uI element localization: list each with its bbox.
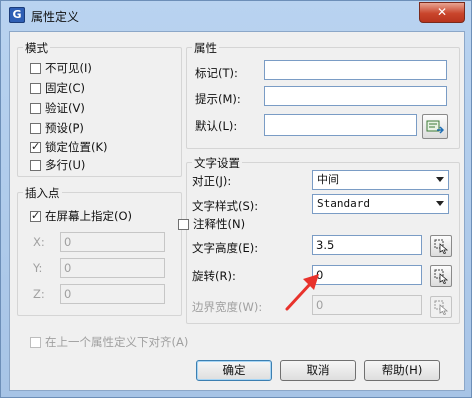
x-label: X: — [33, 235, 45, 249]
checkbox-box[interactable] — [30, 102, 41, 114]
default-label: 默认(L): — [195, 119, 238, 133]
checkbox-invisible[interactable]: 不可见(I) — [30, 60, 92, 76]
text-style-select[interactable]: Standard — [312, 194, 449, 214]
justification-value: 中间 — [317, 173, 339, 186]
checkbox-box[interactable] — [30, 62, 41, 74]
checkbox-multiline[interactable]: 多行(U) — [30, 157, 85, 173]
checkbox-specify-on-screen[interactable]: 在屏幕上指定(O) — [30, 208, 132, 224]
prompt-input[interactable] — [264, 86, 447, 106]
checkbox-lock-position[interactable]: 锁定位置(K) — [30, 139, 108, 155]
z-label: Z: — [33, 287, 45, 301]
checkbox-constant[interactable]: 固定(C) — [30, 80, 85, 96]
tag-input[interactable] — [264, 60, 447, 80]
text-height-input[interactable]: 3.5 — [312, 235, 422, 255]
checkbox-verify[interactable]: 验证(V) — [30, 100, 85, 116]
checkbox-box[interactable] — [30, 159, 41, 171]
annotation-arrow-icon — [285, 274, 319, 311]
checkbox-box[interactable] — [30, 82, 41, 94]
boundary-width-input[interactable]: 0 — [312, 295, 422, 315]
pick-point-icon — [434, 239, 449, 254]
checkbox-label: 在屏幕上指定(O) — [45, 209, 133, 223]
checkbox-align-below[interactable]: 在上一个属性定义下对齐(A) — [30, 334, 188, 350]
text-height-label: 文字高度(E): — [192, 241, 259, 255]
checkbox-box[interactable] — [30, 122, 41, 134]
checkbox-box[interactable] — [30, 336, 41, 348]
window-title: 属性定义 — [31, 10, 80, 24]
chevron-down-icon — [436, 201, 444, 206]
checkbox-label: 在上一个属性定义下对齐(A) — [45, 335, 189, 349]
checkbox-label: 固定(C) — [45, 81, 86, 95]
justification-select[interactable]: 中间 — [312, 170, 449, 190]
app-logo-icon: G — [9, 7, 25, 23]
checkbox-label: 不可见(I) — [45, 61, 92, 75]
pick-width-button[interactable] — [430, 296, 452, 318]
prompt-label: 提示(M): — [195, 92, 241, 106]
checkbox-label: 预设(P) — [45, 121, 84, 135]
y-label: Y: — [33, 261, 43, 275]
text-settings-title: 文字设置 — [192, 155, 242, 171]
tag-label: 标记(T): — [195, 66, 238, 80]
checkbox-preset[interactable]: 预设(P) — [30, 120, 84, 136]
text-style-value: Standard — [317, 197, 370, 210]
close-button[interactable]: ✕ — [419, 2, 465, 23]
boundary-width-label: 边界宽度(W): — [192, 300, 263, 314]
x-input[interactable]: 0 — [60, 232, 165, 252]
insert-field-button[interactable] — [422, 114, 448, 139]
pick-point-icon — [434, 300, 449, 315]
checkbox-box[interactable] — [178, 218, 189, 230]
z-input[interactable]: 0 — [60, 284, 165, 304]
attribute-group-title: 属性 — [192, 40, 219, 56]
pick-height-button[interactable] — [430, 235, 452, 257]
insert-field-icon — [426, 120, 444, 134]
checkbox-annotative[interactable]: 注释性(N) — [178, 216, 245, 232]
rotation-input[interactable]: 0 — [312, 265, 422, 285]
pick-point-icon — [434, 269, 449, 284]
checkbox-label: 锁定位置(K) — [45, 140, 108, 154]
default-input[interactable] — [264, 114, 417, 136]
pick-rotation-button[interactable] — [430, 265, 452, 287]
justification-label: 对正(J): — [192, 174, 232, 188]
dialog-window: G 属性定义 ✕ 模式 不可见(I) 固定(C) 验证(V) 预设(P) 锁定位… — [0, 0, 472, 398]
text-style-label: 文字样式(S): — [192, 199, 259, 213]
checkbox-box[interactable] — [30, 140, 41, 153]
checkbox-box[interactable] — [30, 209, 41, 222]
y-input[interactable]: 0 — [60, 258, 165, 278]
help-button[interactable]: 帮助(H) — [364, 360, 440, 381]
checkbox-label: 注释性(N) — [193, 217, 246, 231]
ok-button[interactable]: 确定 — [196, 360, 272, 381]
title-bar: G 属性定义 ✕ — [1, 1, 471, 31]
checkbox-label: 多行(U) — [45, 158, 86, 172]
chevron-down-icon — [436, 177, 444, 182]
checkbox-label: 验证(V) — [45, 101, 85, 115]
cancel-button[interactable]: 取消 — [280, 360, 356, 381]
insertion-point-title: 插入点 — [23, 185, 62, 201]
dialog-body: 模式 不可见(I) 固定(C) 验证(V) 预设(P) 锁定位置(K) 多行(U… — [9, 31, 465, 391]
rotation-label: 旋转(R): — [192, 269, 236, 283]
mode-group-title: 模式 — [23, 40, 50, 56]
